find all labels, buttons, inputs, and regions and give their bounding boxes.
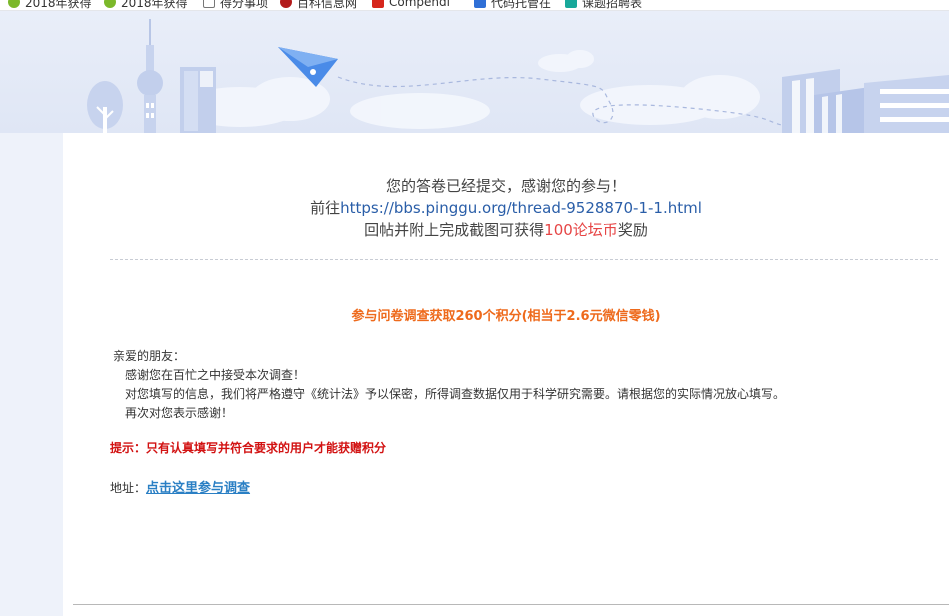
teal-icon [565,0,577,8]
letter-greeting: 亲爱的朋友： [113,349,186,363]
tower-icon [137,19,163,133]
forum-thread-link[interactable]: https://bbs.pinggu.org/thread-9528870-1-… [340,199,702,217]
building-icon [180,67,216,133]
eligibility-tip: 提示：只有认真填写并符合要求的用户才能获赠积分 [110,441,387,455]
bookmark-label: 得分事项 [220,0,269,10]
bottom-divider [73,604,949,605]
forum-coin-reward: 100论坛币 [544,221,618,239]
submit-thanks-text: 您的答卷已经提交，感谢您的参与！ [385,177,626,195]
green-circle-icon [104,0,116,8]
building-icon [782,69,949,133]
letter-line: 对您填写的信息，我们将严格遵守《统计法》予以保密，所得调查数据仅用于科学研究需要… [125,387,786,401]
bookmark-label: 百科信息网 [297,0,358,10]
tree-icon [87,81,123,133]
city-skyline-illustration [87,19,949,133]
bookmark-item[interactable]: 课题招聘表 [565,0,642,10]
bookmarks-bar: 2018年获得 2018年获得 得分事项 百科信息网 Compendi 代码托管… [0,0,949,11]
page-icon [203,0,215,8]
forum-link-prefix: 前往 [310,199,341,217]
letter-line: 再次对您表示感谢！ [125,406,234,420]
letter-line: 感谢您在百忙之中接受本次调查！ [125,368,306,382]
bookmark-label: 代码托管在 [491,0,552,10]
green-circle-icon [8,0,20,8]
bookmark-item[interactable]: 2018年获得 [8,0,92,10]
bookmark-label: 课题招聘表 [582,0,643,10]
bookmark-label: Compendi [389,0,450,9]
red-square-icon [372,0,384,8]
bookmark-item[interactable]: 代码托管在 [474,0,551,10]
bookmark-label: 2018年获得 [25,0,92,10]
bookmark-item[interactable]: 百科信息网 [280,0,357,10]
left-margin [0,133,63,616]
blue-bars-icon [474,0,486,8]
invitation-letter: 亲爱的朋友： 感谢您在百忙之中接受本次调查！ 对您填写的信息，我们将严格遵守《统… [113,347,785,423]
bookmark-item[interactable]: 得分事项 [203,0,268,10]
address-label: 地址： [110,481,147,495]
points-reward-heading: 参与问卷调查获取260个积分(相当于2.6元微信零钱) [351,309,661,324]
bookmark-item[interactable]: 2018年获得 [104,0,188,10]
dashed-divider [110,259,938,260]
bookmark-item[interactable]: Compendi [372,0,450,10]
reward-note-prefix: 回帖并附上完成截图可获得 [364,221,545,239]
bookmark-label: 2018年获得 [121,0,188,10]
hero-illustration [0,11,949,133]
forum-link-line: 前往https://bbs.pinggu.org/thread-9528870-… [63,197,949,219]
red-circle-icon [280,0,292,8]
survey-address: 地址：点击这里参与调查 [110,477,250,496]
survey-complete-page: 2018年获得 2018年获得 得分事项 百科信息网 Compendi 代码托管… [0,0,949,616]
reward-note-suffix: 奖励 [617,221,648,239]
survey-link[interactable]: 点击这里参与调查 [146,481,250,496]
reward-note-line: 回帖并附上完成截图可获得100论坛币奖励 [63,219,949,241]
content-card: 您的答卷已经提交，感谢您的参与！ 前往https://bbs.pinggu.or… [63,133,949,616]
